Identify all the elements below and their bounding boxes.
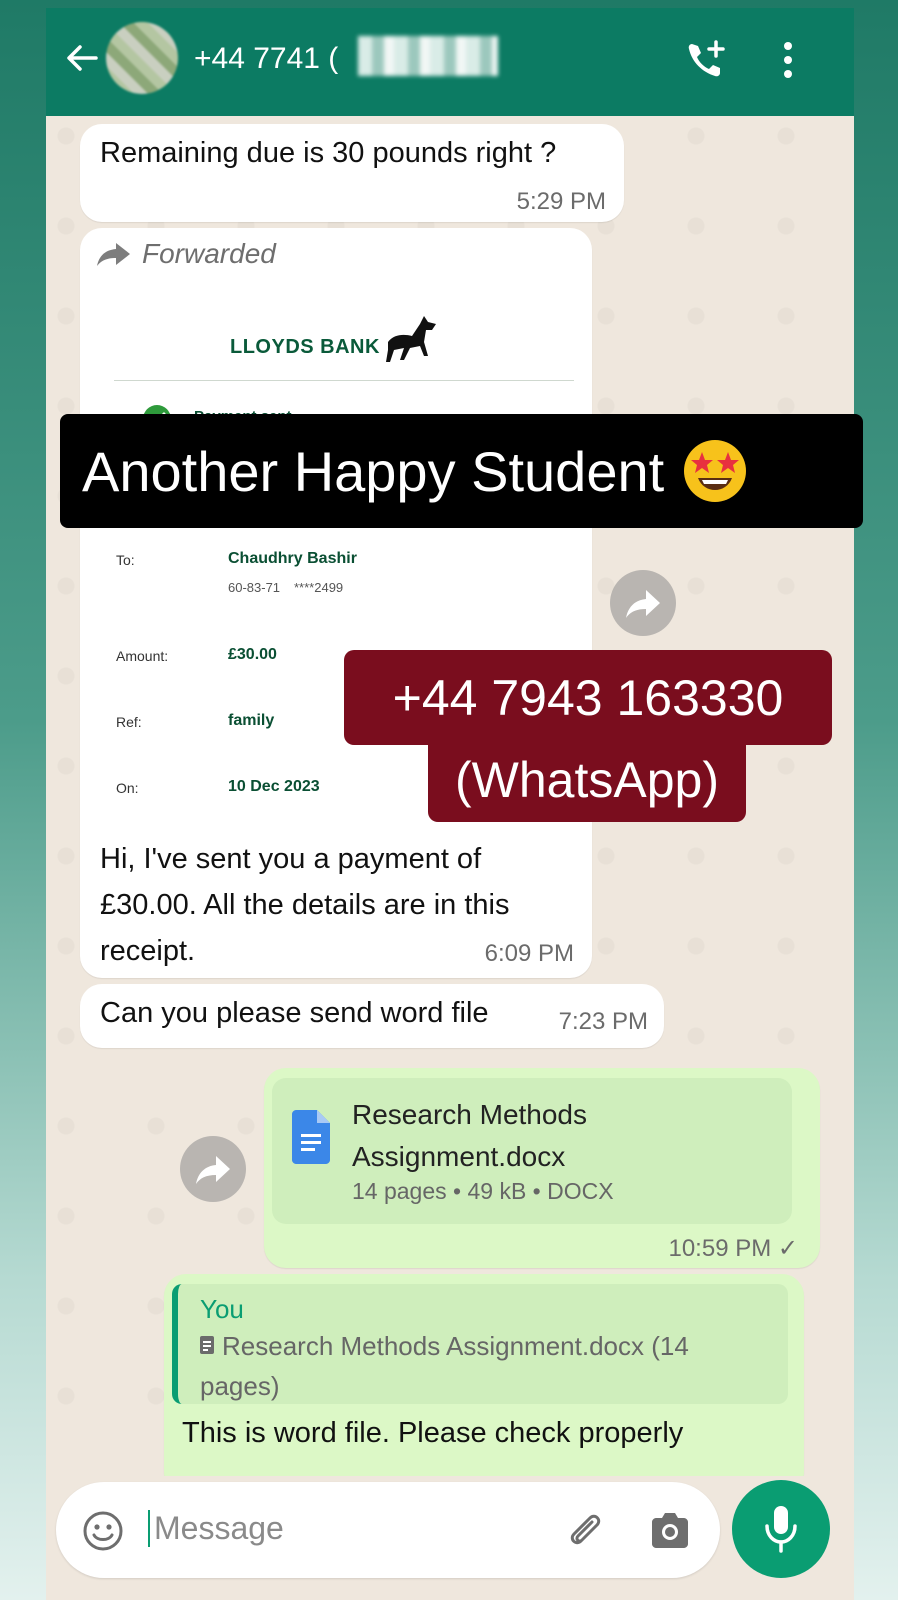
star-struck-emoji-icon (684, 440, 747, 502)
bank-name: LLOYDS BANK (230, 336, 380, 358)
horse-logo-icon (386, 316, 436, 362)
outgoing-reply-message[interactable]: You Research Methods Assignment.docx (14… (164, 1274, 804, 1476)
forwarded-row: Forwarded (96, 238, 276, 270)
forwarded-receipt-message[interactable]: Forwarded LLOYDS BANK Payment sent To: C… (80, 228, 592, 978)
sort-code: 60-83-71 (228, 580, 281, 595)
on-label: On: (116, 780, 139, 796)
document-card[interactable]: Research Methods Assignment.docx 14 page… (272, 1078, 792, 1224)
message-text: Remaining due is 30 pounds right ? (100, 137, 557, 169)
incoming-message[interactable]: Remaining due is 30 pounds right ? 5:29 … (80, 124, 624, 222)
quote-author: You (200, 1294, 244, 1324)
account-number: ****2499 (294, 580, 344, 595)
message-text: This is word file. Please check properly (182, 1417, 684, 1449)
promo-banner-text: Another Happy Student (82, 439, 665, 503)
more-vert-icon[interactable] (778, 38, 798, 82)
mic-icon (765, 1506, 797, 1553)
quoted-message[interactable]: You Research Methods Assignment.docx (14… (172, 1284, 788, 1404)
ref-value: family (228, 712, 275, 729)
document-name: Research Methods Assignment.docx (352, 1099, 588, 1172)
avatar[interactable] (106, 22, 178, 94)
share-icon (626, 590, 660, 618)
to-name: Chaudhry Bashir (228, 550, 357, 567)
redacted-number (358, 36, 498, 76)
call-add-icon[interactable] (684, 38, 728, 82)
composer-bar: Message (46, 1476, 854, 1600)
voice-message-button[interactable] (732, 1480, 830, 1578)
message-placeholder: Message (148, 1510, 284, 1547)
quote-text: Research Methods Assignment.docx (14 pag… (200, 1331, 689, 1401)
chat-header: +44 7741 ( (46, 8, 854, 116)
share-button[interactable] (610, 570, 676, 636)
outgoing-document-message[interactable]: Research Methods Assignment.docx 14 page… (264, 1068, 820, 1268)
incoming-message[interactable]: Can you please send word file 7:23 PM (80, 984, 664, 1048)
forwarded-label: Forwarded (142, 238, 276, 269)
message-text: Can you please send word file (100, 997, 489, 1029)
ref-label: Ref: (116, 714, 142, 730)
message-input[interactable]: Message (56, 1482, 720, 1578)
to-label: To: (116, 552, 135, 568)
emoji-icon[interactable] (82, 1510, 124, 1552)
amount-label: Amount: (116, 648, 169, 664)
document-meta: 14 pages • 49 kB • DOCX (352, 1178, 614, 1204)
message-time: 5:29 PM (516, 188, 606, 215)
message-time: 7:23 PM (558, 1008, 648, 1035)
message-time: 6:09 PM (484, 940, 574, 967)
document-icon (292, 1110, 330, 1164)
back-arrow-icon[interactable] (62, 38, 102, 78)
receipt-divider (114, 380, 574, 381)
forward-icon (97, 243, 130, 266)
message-time: 10:59 PM ✓ (668, 1235, 798, 1262)
share-icon (196, 1156, 230, 1184)
contact-name[interactable]: +44 7741 ( (194, 42, 338, 76)
amount-value: £30.00 (228, 646, 277, 663)
date-value: 10 Dec 2023 (228, 778, 320, 795)
share-button[interactable] (180, 1136, 246, 1202)
camera-icon[interactable] (648, 1510, 692, 1550)
contact-whatsapp-overlay: (WhatsApp) (428, 738, 746, 822)
attach-icon[interactable] (562, 1508, 606, 1552)
promo-banner: Another Happy Student (60, 414, 863, 528)
contact-phone-overlay: +44 7943 163330 (344, 650, 832, 745)
